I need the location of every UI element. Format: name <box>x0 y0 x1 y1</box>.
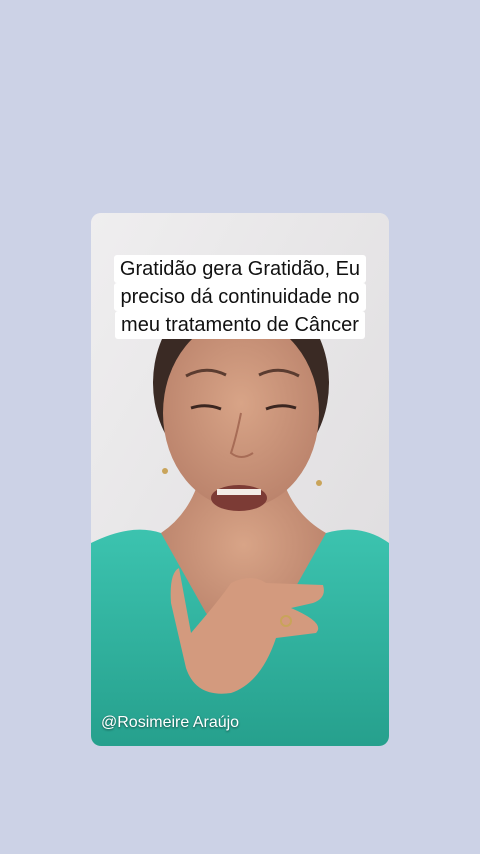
page: Gratidão gera Gratidão, Eu preciso dá co… <box>0 0 480 854</box>
username-watermark: @Rosimeire Araújo <box>101 714 240 731</box>
caption-line: Gratidão gera Gratidão, Eu <box>113 255 367 283</box>
video-caption: Gratidão gera Gratidão, Eu preciso dá co… <box>91 255 389 339</box>
caption-line: meu tratamento de Câncer <box>115 311 365 339</box>
caption-line: preciso dá continuidade no <box>114 283 366 311</box>
video-player[interactable]: Gratidão gera Gratidão, Eu preciso dá co… <box>91 213 389 746</box>
